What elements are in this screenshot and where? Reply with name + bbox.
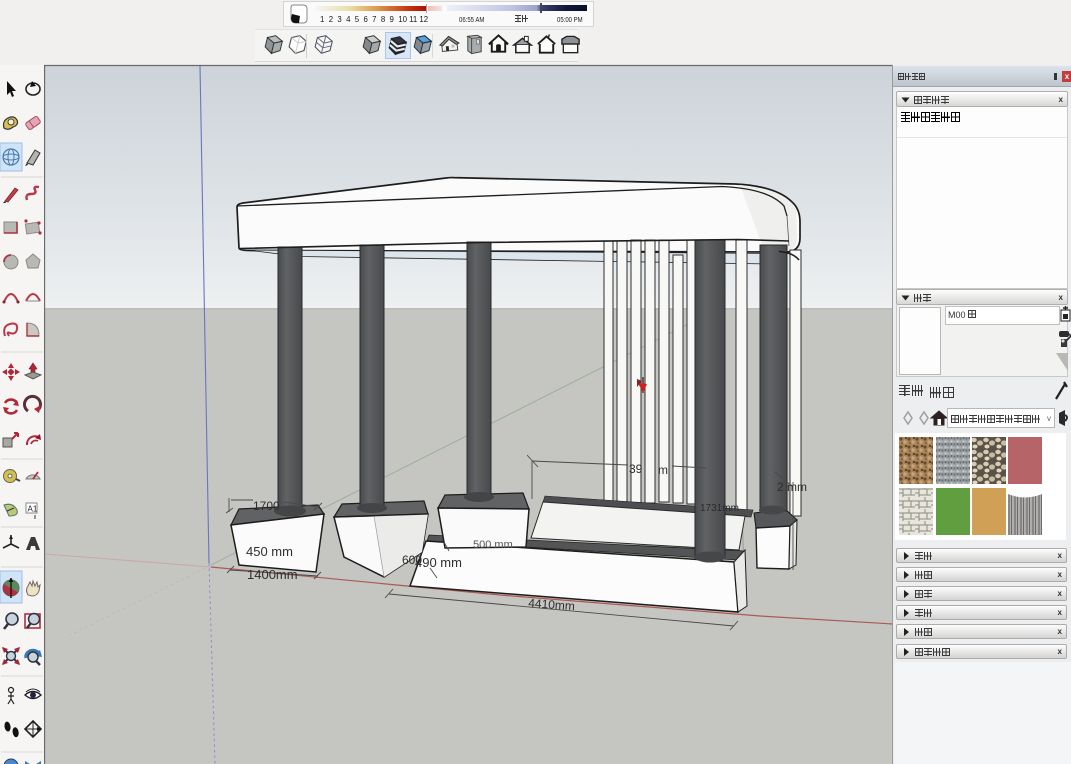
svg-text:1700: 1700 — [253, 499, 280, 513]
svg-text:1400mm: 1400mm — [247, 567, 298, 582]
svg-text:500 mm: 500 mm — [473, 539, 513, 551]
svg-text:A1: A1 — [28, 505, 38, 514]
svg-text:2 mm: 2 mm — [777, 480, 807, 494]
svg-text:450 mm: 450 mm — [246, 544, 293, 559]
svg-text:m: m — [658, 463, 668, 477]
svg-text:490 mm: 490 mm — [415, 555, 462, 570]
svg-text:39: 39 — [629, 462, 643, 476]
svg-text:1731mm: 1731mm — [700, 503, 739, 514]
